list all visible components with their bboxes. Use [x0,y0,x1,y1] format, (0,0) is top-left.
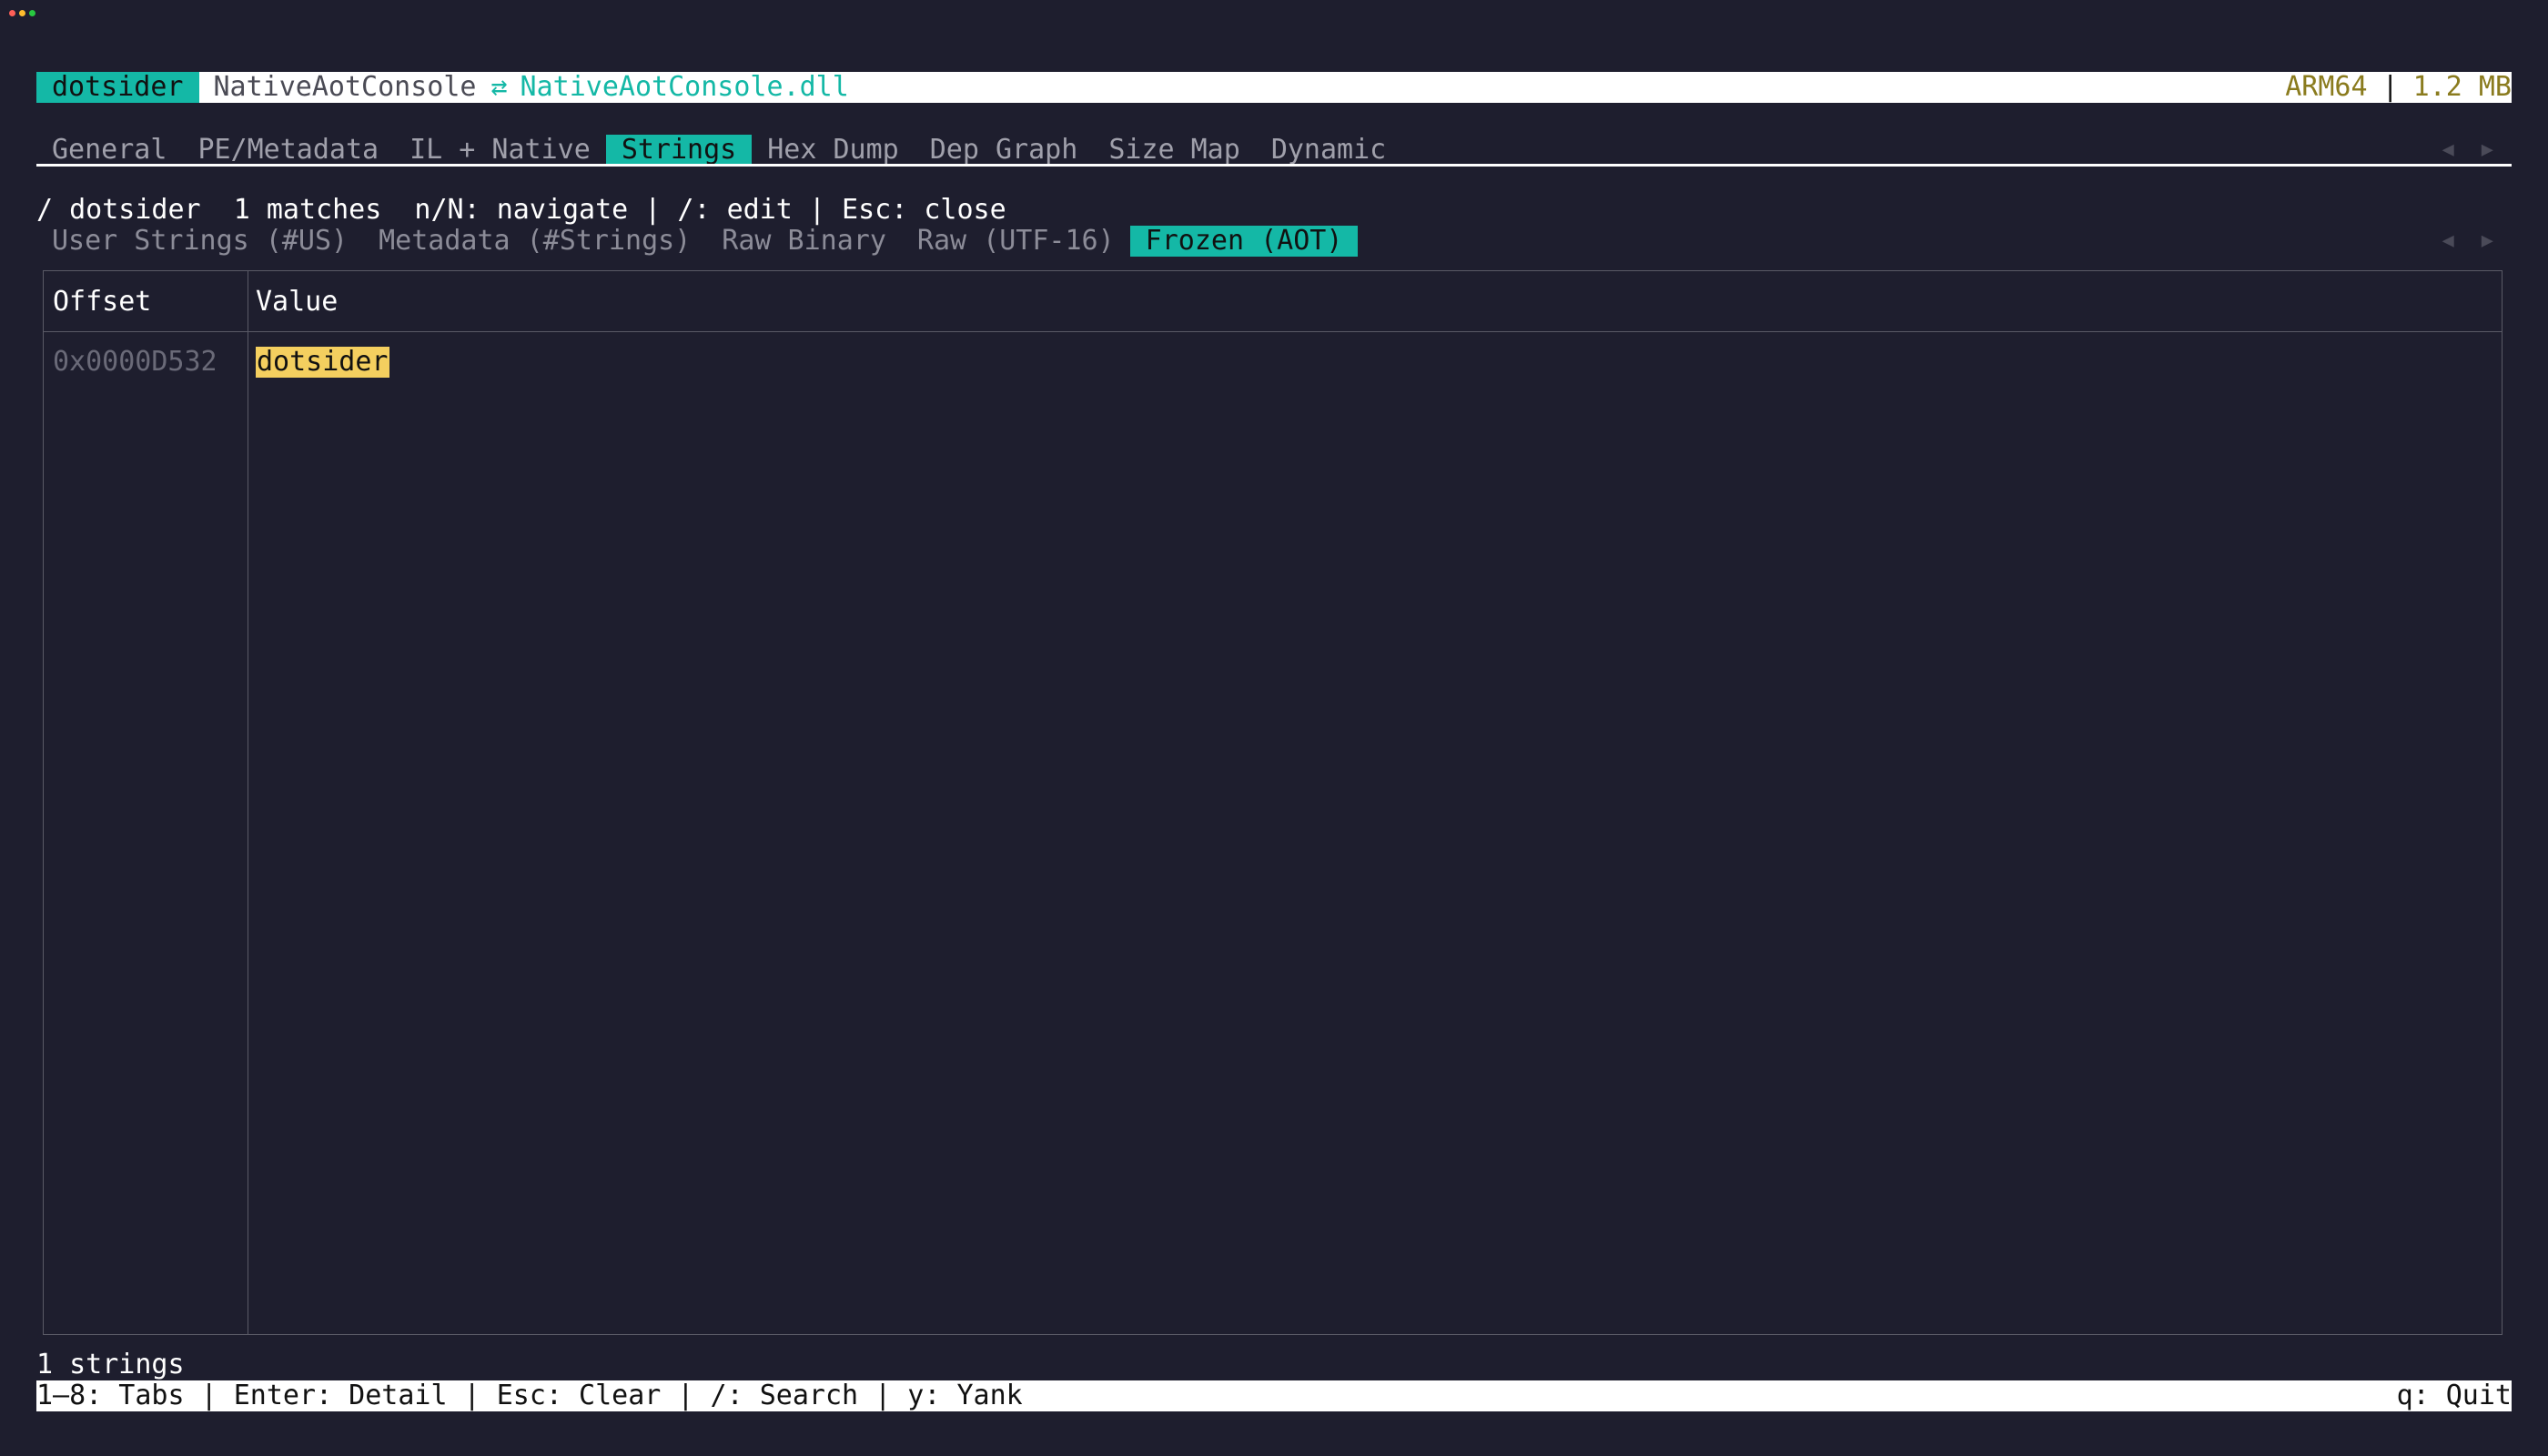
search-bar[interactable]: / dotsider 1 matches n/N: navigate | /: … [36,197,2512,224]
subtab-metadata-strings[interactable]: Metadata (#Strings) [363,226,706,257]
swap-icon: ⇄ [490,71,508,103]
prev-subtab-icon[interactable]: ◀ [2442,231,2454,251]
tab-dep-graph[interactable]: Dep Graph [915,135,1094,166]
maximize-window-button[interactable] [29,10,35,16]
next-subtab-icon[interactable]: ▶ [2482,231,2493,251]
strings-table: Offset Value 0x0000D532 dotsider [43,270,2502,1335]
header-divider [44,331,2502,332]
column-header-value[interactable]: Value [256,288,338,316]
main-tabs: General PE/Metadata IL + Native Strings Hex … [36,135,2512,166]
subtab-user-strings-us[interactable]: User Strings (#US) [36,226,363,257]
close-window-button[interactable] [9,10,15,16]
binary-info: ARM64 | 1.2 MB [2285,74,2512,101]
dll-name: NativeAotConsole.dll [520,71,849,103]
status-bar: 1–8: Tabs | Enter: Detail | Esc: Clear |… [36,1380,2512,1411]
title-bar: dotsider NativeAotConsole ⇄ NativeAotCon… [36,72,2512,103]
column-header-offset[interactable]: Offset [53,288,151,316]
tab-dynamic[interactable]: Dynamic [1256,135,1401,166]
prev-tab-icon[interactable]: ◀ [2442,140,2454,160]
tab-nav: ◀ ▶ [2442,140,2494,160]
file-size: 1.2 MB [2412,71,2512,103]
key-hints: 1–8: Tabs | Enter: Detail | Esc: Clear |… [36,1380,1023,1411]
arch-label: ARM64 [2285,71,2368,103]
tab-general[interactable]: General [36,135,182,166]
string-source-tabs: User Strings (#US) Metadata (#Strings) Raw… [36,226,2512,257]
tab-il-native[interactable]: IL + Native [394,135,606,166]
assembly-name: NativeAotConsole [213,71,477,103]
tabs-underline [36,164,2512,167]
tab-hex-dump[interactable]: Hex Dump [752,135,915,166]
subtab-raw-utf-16[interactable]: Raw (UTF-16) [902,226,1130,257]
window-controls [9,10,35,16]
subtab-raw-binary[interactable]: Raw Binary [706,226,902,257]
subtab-nav: ◀ ▶ [2442,231,2494,251]
next-tab-icon[interactable]: ▶ [2482,140,2493,160]
row-offset[interactable]: 0x0000D532 [53,349,217,376]
app-name: dotsider [36,72,199,103]
string-count: 1 strings [36,1349,185,1380]
tab-strings[interactable]: Strings [605,135,753,166]
row-value-match[interactable]: dotsider [256,347,389,378]
quit-hint: q: Quit [2396,1380,2512,1411]
info-separator: | [2381,71,2399,103]
subtab-frozen-aot[interactable]: Frozen (AOT) [1129,226,1359,257]
minimize-window-button[interactable] [19,10,25,16]
tab-pe-metadata[interactable]: PE/Metadata [182,135,394,166]
tab-size-map[interactable]: Size Map [1093,135,1256,166]
